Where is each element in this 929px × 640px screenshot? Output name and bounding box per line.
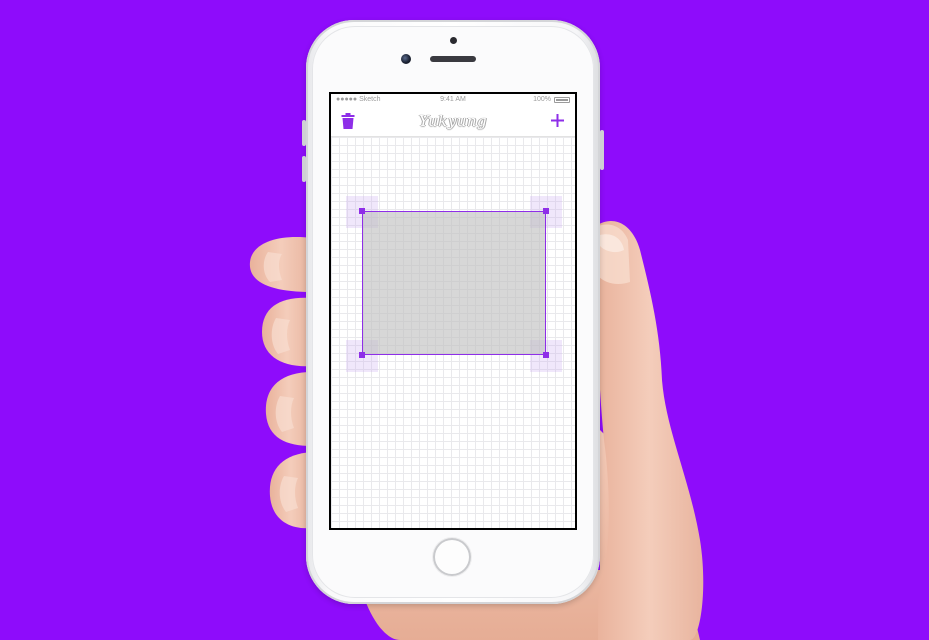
- battery-percent: 100%: [533, 96, 551, 103]
- phone-screen: ●●●●● Sketch 9:41 AM 100% Yukyung: [329, 92, 577, 530]
- resize-handle-bottom-right[interactable]: [543, 352, 549, 358]
- battery-icon: [554, 97, 570, 103]
- promo-stage: ●●●●● Sketch 9:41 AM 100% Yukyung: [0, 0, 929, 640]
- status-bar: ●●●●● Sketch 9:41 AM 100%: [331, 94, 575, 106]
- front-camera-icon: [401, 54, 411, 64]
- app-title: Yukyung: [418, 112, 488, 130]
- resize-handle-top-right[interactable]: [543, 208, 549, 214]
- proximity-sensor: [450, 37, 457, 44]
- drawing-canvas[interactable]: [331, 137, 575, 528]
- power-button: [600, 130, 604, 170]
- resize-handle-top-left[interactable]: [359, 208, 365, 214]
- volume-down-button: [302, 156, 306, 182]
- earpiece-speaker: [430, 56, 476, 62]
- volume-up-button: [302, 120, 306, 146]
- navigation-bar: Yukyung: [331, 106, 575, 137]
- home-button[interactable]: [433, 538, 471, 576]
- app-screen: ●●●●● Sketch 9:41 AM 100% Yukyung: [331, 94, 575, 528]
- selected-rectangle[interactable]: [362, 211, 546, 355]
- plus-icon[interactable]: [550, 113, 565, 128]
- resize-handle-bottom-left[interactable]: [359, 352, 365, 358]
